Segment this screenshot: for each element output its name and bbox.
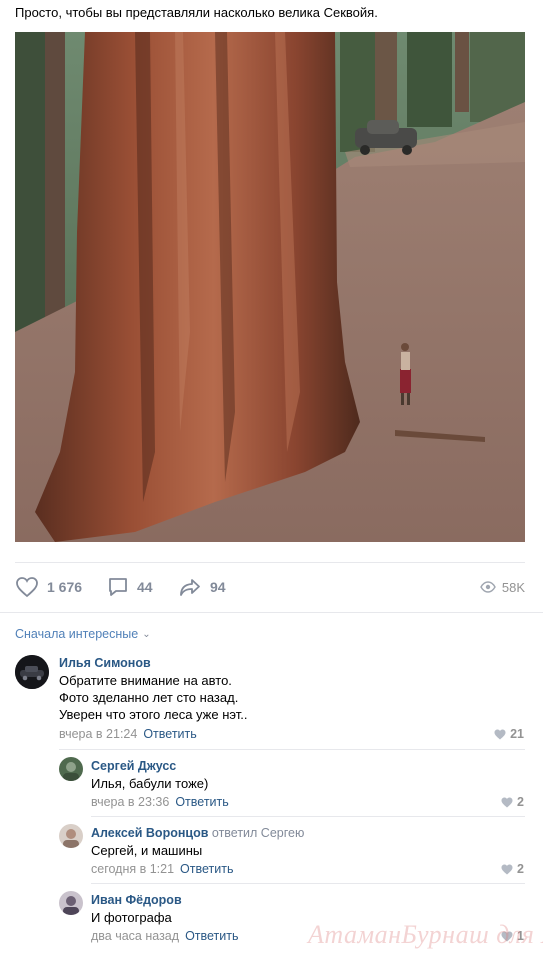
comment-bubble-icon <box>109 578 127 596</box>
avatar[interactable] <box>59 757 83 781</box>
comment-text-line: Фото зделанно лет сто назад. <box>59 690 239 705</box>
eye-icon <box>480 581 496 593</box>
comment-author[interactable]: Сергей Джусс <box>91 759 176 773</box>
comment-like-button[interactable]: 21 <box>494 727 524 741</box>
reply-button[interactable]: Ответить <box>143 727 196 741</box>
heart-icon <box>501 864 513 874</box>
comment-like-count: 2 <box>517 862 524 876</box>
comment-meta: сегодня в 1:21 Ответить <box>91 862 233 876</box>
share-count: 94 <box>210 579 226 595</box>
comment-like-count: 21 <box>510 727 524 741</box>
comment-author[interactable]: Алексей Воронцов ответил Сергею <box>91 826 304 840</box>
like-count: 1 676 <box>47 579 83 595</box>
comment-button[interactable]: 44 <box>107 574 153 600</box>
comment-author[interactable]: Иван Фёдоров <box>91 893 182 907</box>
comment-text-line: Илья, бабули тоже) <box>91 776 209 791</box>
comment-text-line: Обратите внимание на авто. <box>59 673 232 688</box>
comments-sort-dropdown[interactable]: Сначала интересные ⌄ <box>15 627 151 641</box>
like-button[interactable]: 1 676 <box>15 574 82 600</box>
user-avatar-icon <box>59 824 83 848</box>
comment-like-button[interactable]: 2 <box>501 795 524 809</box>
comment-meta: вчера в 23:36 Ответить <box>91 795 229 809</box>
comment-text-line: И фотографа <box>91 910 172 925</box>
comment-meta: вчера в 21:24 Ответить <box>59 727 197 741</box>
views-count: 58K <box>501 579 525 595</box>
comment-divider <box>91 883 525 884</box>
post-text: Просто, чтобы вы представляли насколько … <box>15 5 378 20</box>
chevron-down-icon: ⌄ <box>142 628 151 640</box>
comment-divider <box>59 749 525 750</box>
heart-icon <box>494 729 506 739</box>
user-avatar-icon <box>59 757 83 781</box>
comment-text-line: Уверен что этого леса уже нэт.. <box>59 707 248 722</box>
comment-time[interactable]: вчера в 23:36 <box>91 795 169 809</box>
comment-text-line: Сергей, и машины <box>91 843 203 858</box>
reply-button[interactable]: Ответить <box>185 929 238 943</box>
avatar[interactable] <box>15 655 49 689</box>
heart-icon <box>501 797 513 807</box>
comment-count: 44 <box>137 579 153 595</box>
heart-icon <box>16 577 38 598</box>
avatar[interactable] <box>59 824 83 848</box>
comment-like-count: 2 <box>517 795 524 809</box>
comment-like-button[interactable]: 2 <box>501 862 524 876</box>
car-avatar-icon <box>15 655 49 689</box>
views-counter: 58K <box>480 574 525 600</box>
actions-divider <box>0 612 543 613</box>
reply-to-label: ответил Сергею <box>211 826 305 840</box>
comment-meta: два часа назад Ответить <box>91 929 239 943</box>
comment-time[interactable]: два часа назад <box>91 929 179 943</box>
user-avatar-icon <box>59 891 83 915</box>
sequoia-photo-image <box>15 32 525 542</box>
comment-time[interactable]: сегодня в 1:21 <box>91 862 174 876</box>
comments-sort-label: Сначала интересные <box>15 627 139 641</box>
post-actions-bar: 1 676 44 94 58K <box>15 574 525 600</box>
comment-author[interactable]: Илья Симонов <box>59 656 151 670</box>
reply-button[interactable]: Ответить <box>175 795 228 809</box>
post-divider <box>15 562 525 563</box>
avatar[interactable] <box>59 891 83 915</box>
comment-author-name[interactable]: Алексей Воронцов <box>91 826 208 840</box>
reply-button[interactable]: Ответить <box>180 862 233 876</box>
comment-divider <box>91 816 525 817</box>
share-arrow-icon <box>180 579 200 596</box>
share-button[interactable]: 94 <box>178 574 226 600</box>
comment-time[interactable]: вчера в 21:24 <box>59 727 137 741</box>
watermark: АтаманБурнаш для ЯП <box>308 920 543 949</box>
post-photo[interactable] <box>15 32 525 542</box>
